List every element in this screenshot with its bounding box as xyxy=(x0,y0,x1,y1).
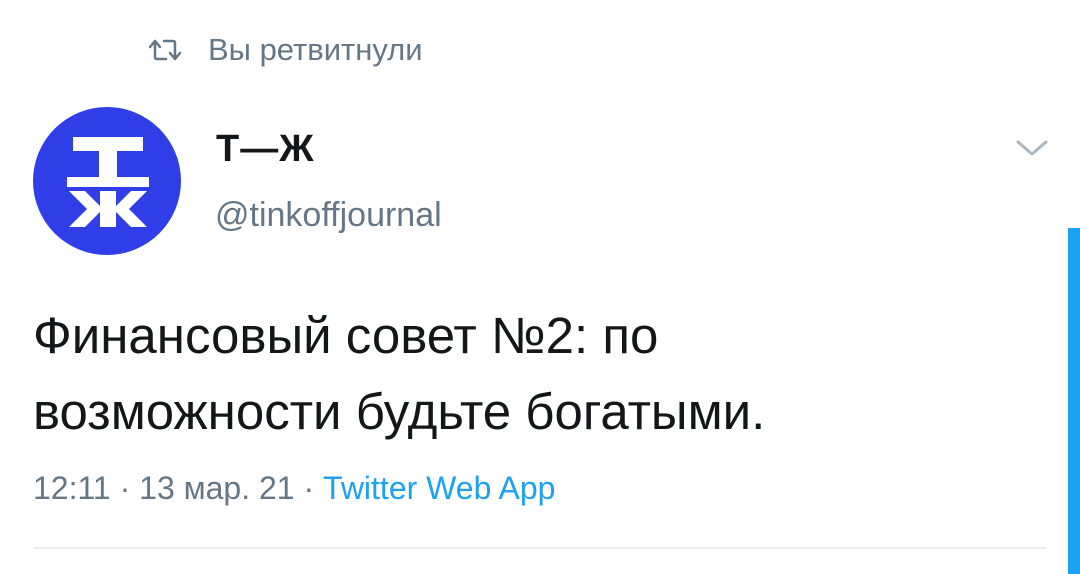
tweet-date: 13 мар. 21 xyxy=(139,470,295,506)
user-handle[interactable]: @tinkoffjournal xyxy=(215,196,442,235)
chevron-down-icon[interactable] xyxy=(1014,136,1050,160)
tweet-text-line: Финансовый совет №2: по xyxy=(33,307,659,364)
tweet-text: Финансовый совет №2: по возможности будь… xyxy=(33,298,1033,450)
meta-separator: · xyxy=(294,470,324,506)
tzh-logo-icon xyxy=(67,137,149,227)
tweet-source-link[interactable]: Twitter Web App xyxy=(323,470,555,506)
tweet-time: 12:11 xyxy=(33,470,111,506)
divider xyxy=(33,547,1047,549)
retweet-label: Вы ретвитнули xyxy=(208,32,423,67)
scrollbar[interactable] xyxy=(1068,228,1080,574)
display-name[interactable]: Т—Ж xyxy=(216,128,315,171)
tweet-text-line: возможности будьте богатыми. xyxy=(33,383,766,440)
meta-separator: · xyxy=(110,470,140,506)
retweet-notice: Вы ретвитнули xyxy=(146,30,423,70)
retweet-icon xyxy=(148,39,182,61)
avatar[interactable] xyxy=(33,107,181,255)
tweet-meta: 12:11 · 13 мар. 21 · Twitter Web App xyxy=(33,470,555,507)
